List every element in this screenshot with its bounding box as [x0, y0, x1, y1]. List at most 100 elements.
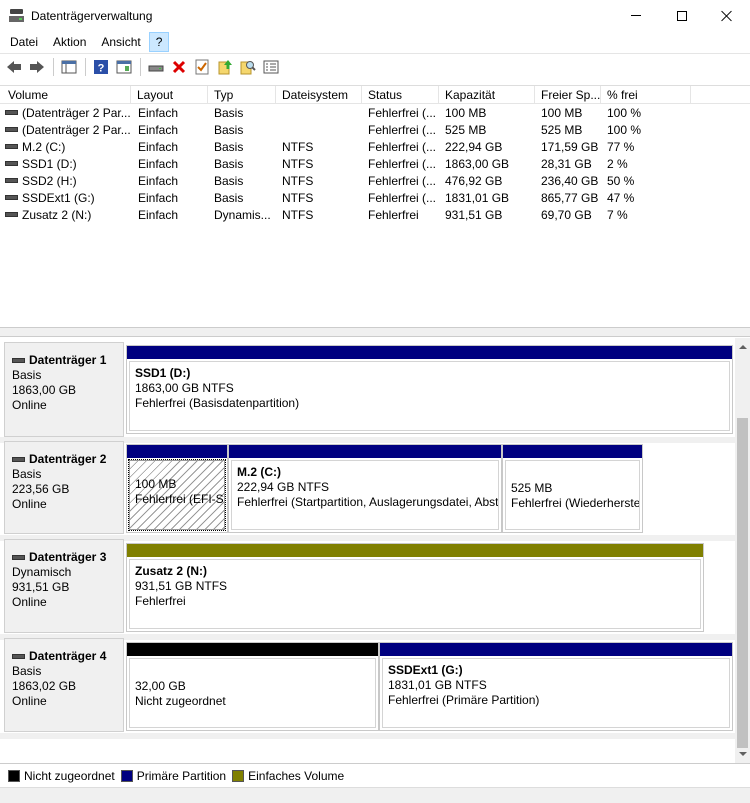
upload-icon: [218, 60, 232, 75]
list-view-button[interactable]: [260, 56, 282, 78]
table-cell: 77 %: [607, 140, 635, 154]
volume-name: Zusatz 2 (N:): [22, 208, 92, 222]
maximize-icon: [677, 10, 687, 21]
table-row[interactable]: SSD1 (D:) Einfach Basis NTFS Fehlerfrei (...…: [0, 156, 750, 173]
table-cell: Fehlerfrei (...: [368, 123, 437, 137]
legend-label: Primäre Partition: [136, 768, 227, 783]
disk-size: 1863,02 GB: [12, 679, 77, 693]
volume-name-cell: (Datenträger 2 Par...: [5, 105, 130, 122]
volume-name-cell: SSD2 (H:): [5, 173, 130, 190]
partition-name: M.2 (C:): [237, 465, 281, 479]
menu-datei[interactable]: Datei: [4, 32, 44, 52]
menu-aktion[interactable]: Aktion: [47, 32, 92, 52]
column-header-layout[interactable]: Layout: [131, 86, 208, 104]
disk-icon: [12, 654, 25, 659]
help-button[interactable]: ?: [90, 56, 112, 78]
disk-1-label[interactable]: Datenträger 1 Basis 1863,00 GB Online: [4, 342, 124, 437]
table-cell: Fehlerfrei (...: [368, 174, 437, 188]
table-cell: Basis: [214, 157, 244, 171]
disk-4-label[interactable]: Datenträger 4 Basis 1863,02 GB Online: [4, 638, 124, 732]
table-row[interactable]: M.2 (C:) Einfach Basis NTFS Fehlerfrei (... 2…: [0, 139, 750, 156]
partition-unallocated[interactable]: 32,00 GB Nicht zugeordnet: [126, 642, 379, 731]
console-tree-button[interactable]: [58, 56, 80, 78]
disk-size: 223,56 GB: [12, 482, 70, 496]
partition-efi[interactable]: 100 MB Fehlerfrei (EFI-Sy: [126, 444, 228, 533]
partition-status: Fehlerfrei: [135, 594, 186, 608]
column-header-status[interactable]: Status: [362, 86, 439, 104]
partition-color-bar: [503, 445, 642, 458]
table-row[interactable]: SSD2 (H:) Einfach Basis NTFS Fehlerfrei (...…: [0, 173, 750, 190]
search-button[interactable]: [237, 56, 259, 78]
toolbar-separator: [53, 58, 54, 76]
table-cell: Einfach: [138, 140, 179, 154]
partition-status: Fehlerfrei (Primäre Partition): [388, 693, 540, 707]
minimize-icon: [631, 15, 641, 16]
column-header-volume[interactable]: Volume: [2, 86, 131, 104]
disk-size: 931,51 GB: [12, 580, 70, 594]
list-view-icon: [263, 60, 279, 74]
table-row[interactable]: SSDExt1 (G:) Einfach Basis NTFS Fehlerfrei (…: [0, 190, 750, 207]
legend-item-simple-volume: Einfaches Volume: [232, 769, 344, 783]
column-header-dateisystem[interactable]: Dateisystem: [276, 86, 362, 104]
partition-ssdext1[interactable]: SSDExt1 (G:) 1831,01 GB NTFS Fehlerfrei …: [379, 642, 733, 731]
volume-icon: [5, 161, 18, 167]
back-button[interactable]: [3, 56, 25, 78]
disk-type: Basis: [12, 467, 42, 481]
volume-icon: [5, 144, 18, 150]
menu-help[interactable]: ?: [148, 32, 170, 52]
table-row[interactable]: Zusatz 2 (N:) Einfach Dynamis... NTFS Fehler…: [0, 207, 750, 224]
volume-name-cell: M.2 (C:): [5, 139, 130, 156]
partition-zusatz2[interactable]: Zusatz 2 (N:) 931,51 GB NTFS Fehlerfrei: [126, 543, 704, 632]
volume-name: (Datenträger 2 Par...: [22, 123, 130, 137]
disk-name: Datenträger 2: [29, 452, 107, 466]
partition-color-bar: [380, 643, 732, 656]
table-cell: Basis: [214, 140, 244, 154]
partition-status: Fehlerfrei (Basisdatenpartition): [135, 396, 300, 410]
legend: Nicht zugeordnet Primäre Partition Einfa…: [0, 763, 750, 787]
table-cell: Fehlerfrei (...: [368, 191, 437, 205]
table-row[interactable]: (Datenträger 2 Par... Einfach Basis Fehlerf…: [0, 105, 750, 122]
properties-button[interactable]: [113, 56, 135, 78]
table-cell: 236,40 GB: [541, 174, 599, 188]
connect-drive-button[interactable]: [145, 56, 167, 78]
partition-size: 32,00 GB: [135, 679, 186, 693]
column-header-kapazitaet[interactable]: Kapazität: [439, 86, 535, 104]
partition-name: Zusatz 2 (N:): [135, 564, 207, 578]
partition-m2[interactable]: M.2 (C:) 222,94 GB NTFS Fehlerfrei (Star…: [228, 444, 502, 533]
close-button[interactable]: [704, 0, 750, 31]
toolbar: ?: [0, 53, 750, 80]
volume-name-cell: SSDExt1 (G:): [5, 190, 130, 207]
vertical-scrollbar[interactable]: [735, 338, 750, 763]
table-cell: Einfach: [138, 208, 179, 222]
volume-name-cell: SSD1 (D:): [5, 156, 130, 173]
close-icon: [721, 10, 733, 22]
forward-button[interactable]: [26, 56, 48, 78]
delete-button[interactable]: [168, 56, 190, 78]
partition-recovery[interactable]: 525 MB Fehlerfrei (Wiederherste: [502, 444, 643, 533]
scrollbar-thumb[interactable]: [737, 418, 748, 748]
partition-size: 1863,00 GB NTFS: [135, 381, 234, 395]
disk-2-label[interactable]: Datenträger 2 Basis 223,56 GB Online: [4, 441, 124, 534]
upload-button[interactable]: [214, 56, 236, 78]
table-cell: 100 %: [607, 123, 642, 137]
table-cell: Basis: [214, 191, 244, 205]
column-header-typ[interactable]: Typ: [208, 86, 276, 104]
pane-splitter[interactable]: [0, 327, 750, 337]
svg-text:?: ?: [98, 63, 105, 75]
table-cell: Fehlerfrei (...: [368, 140, 437, 154]
table-cell: 7 %: [607, 208, 628, 222]
scroll-up-icon[interactable]: [739, 345, 747, 349]
maximize-button[interactable]: [659, 0, 705, 31]
menu-ansicht[interactable]: Ansicht: [95, 32, 146, 52]
check-button[interactable]: [191, 56, 213, 78]
minimize-button[interactable]: [613, 0, 659, 31]
partition-ssd1[interactable]: SSD1 (D:) 1863,00 GB NTFS Fehlerfrei (Ba…: [126, 345, 733, 434]
volume-list: Volume Layout Typ Dateisystem Status Kap…: [0, 85, 750, 327]
legend-label: Einfaches Volume: [248, 768, 345, 783]
scroll-down-icon[interactable]: [739, 752, 747, 756]
column-header-freier-speicher[interactable]: Freier Sp...: [535, 86, 601, 104]
column-header-prozent-frei[interactable]: % frei: [601, 86, 691, 104]
table-row[interactable]: (Datenträger 2 Par... Einfach Basis Fehlerf…: [0, 122, 750, 139]
disk-3-label[interactable]: Datenträger 3 Dynamisch 931,51 GB Online: [4, 539, 124, 633]
partition-color-bar: [127, 346, 732, 359]
